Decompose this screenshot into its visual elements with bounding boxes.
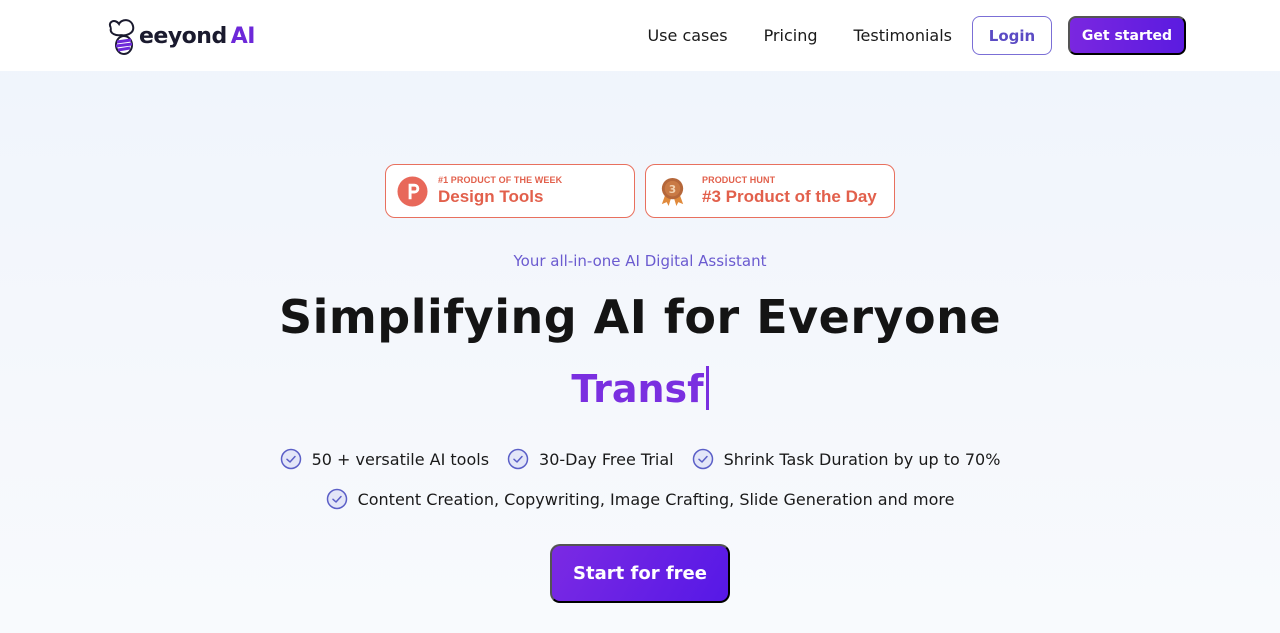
feature-list-row-1: 50 + versatile AI tools 30-Day Free Tria…	[0, 448, 1280, 470]
check-circle-icon	[280, 448, 301, 470]
product-hunt-p-icon	[397, 175, 428, 207]
typewriter-text: Transf	[0, 366, 1280, 411]
check-circle-icon	[507, 448, 529, 470]
feature-item: 30-Day Free Trial	[507, 448, 674, 470]
login-button[interactable]: Login	[972, 16, 1052, 55]
badge-product-of-day[interactable]: 3 PRODUCT HUNT #3 Product of the Day	[645, 164, 895, 218]
badge-kicker: PRODUCT HUNT	[702, 175, 776, 185]
badge-title: #3 Product of the Day	[702, 187, 877, 206]
check-circle-icon	[692, 448, 713, 470]
badge-title: Design Tools	[438, 187, 544, 206]
feature-label: Shrink Task Duration by up to 70%	[723, 449, 1001, 469]
check-circle-icon	[326, 488, 347, 510]
feature-item: 50 + versatile AI tools	[280, 448, 489, 470]
award-badges: #1 PRODUCT OF THE WEEK Design Tools 3 PR…	[385, 164, 905, 218]
hero-tagline: Your all-in-one AI Digital Assistant	[513, 252, 767, 270]
site-header: eeyond AI Use cases Pricing Testimonials …	[0, 0, 1280, 71]
logo-text: eeyond AI	[139, 23, 255, 49]
medal-number: 3	[669, 182, 676, 195]
feature-item: Content Creation, Copywriting, Image Cra…	[326, 488, 955, 510]
hero-headline: Simplifying AI for Everyone	[278, 290, 1002, 344]
bronze-medal-3-icon: 3	[661, 177, 684, 206]
main-nav: Use cases Pricing Testimonials Login Get…	[647, 16, 1186, 55]
nav-testimonials[interactable]: Testimonials	[854, 26, 953, 45]
typed-word: Transf	[571, 367, 704, 411]
badge-kicker: #1 PRODUCT OF THE WEEK	[438, 175, 563, 185]
badge-product-of-week[interactable]: #1 PRODUCT OF THE WEEK Design Tools	[385, 164, 635, 218]
feature-item: Shrink Task Duration by up to 70%	[692, 448, 1001, 470]
start-for-free-button[interactable]: Start for free	[550, 544, 730, 603]
nav-use-cases[interactable]: Use cases	[647, 26, 727, 45]
feature-label: Content Creation, Copywriting, Image Cra…	[357, 489, 955, 509]
feature-label: 30-Day Free Trial	[539, 449, 674, 469]
logo[interactable]: eeyond AI	[107, 16, 255, 56]
get-started-button[interactable]: Get started	[1068, 16, 1186, 55]
feature-label: 50 + versatile AI tools	[311, 449, 490, 469]
bee-icon	[109, 19, 135, 55]
nav-pricing[interactable]: Pricing	[764, 26, 818, 45]
typing-cursor	[705, 366, 709, 410]
feature-list-row-2: Content Creation, Copywriting, Image Cra…	[0, 488, 1280, 510]
